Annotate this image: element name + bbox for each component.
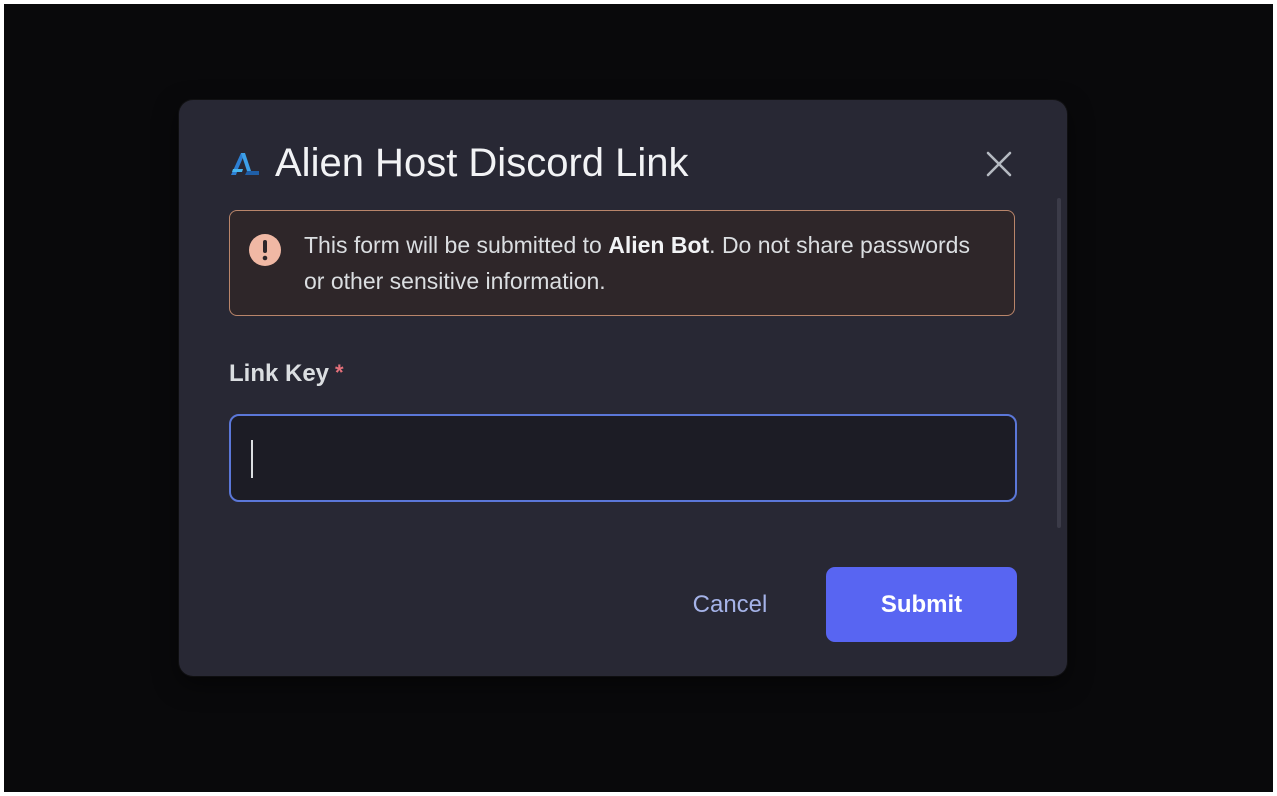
modal-title: Alien Host Discord Link [275,140,689,185]
submit-button[interactable]: Submit [826,567,1017,642]
link-key-input[interactable] [231,416,1015,500]
link-key-label: Link Key * [229,360,344,388]
text-caret [251,440,253,478]
warning-banner: This form will be submitted to Alien Bot… [229,210,1015,316]
required-marker: * [335,360,344,385]
close-icon [986,151,1012,177]
link-key-input-wrapper[interactable] [229,414,1017,502]
warning-text-before: This form will be submitted to [304,232,609,258]
modal-dialog: Alien Host Discord Link This form will b… [179,100,1067,676]
link-key-label-text: Link Key [229,360,330,387]
close-button[interactable] [981,146,1017,182]
cancel-button[interactable]: Cancel [679,568,781,642]
exclamation-circle-icon [249,234,281,266]
modal-scrollbar[interactable] [1057,198,1061,528]
warning-text: This form will be submitted to Alien Bot… [304,227,996,299]
modal-backdrop[interactable]: Alien Host Discord Link This form will b… [4,4,1273,792]
bot-name: Alien Bot [608,232,710,258]
alien-host-logo-icon [229,148,263,178]
modal-header: Alien Host Discord Link [229,138,1027,188]
